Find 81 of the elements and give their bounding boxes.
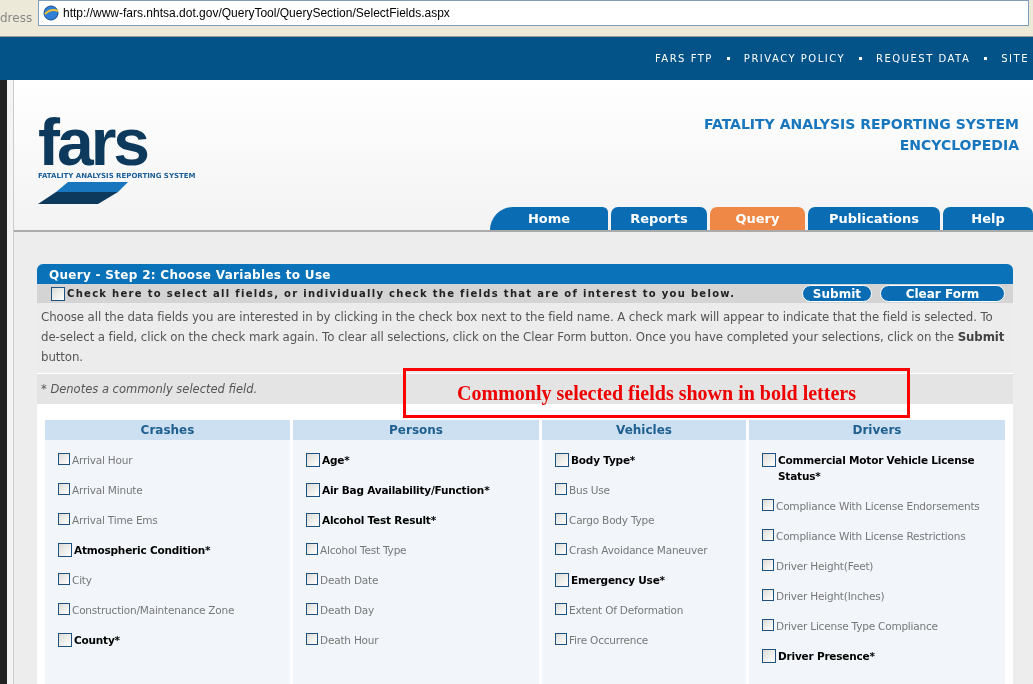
field-checkbox[interactable] <box>555 573 569 587</box>
field-checkbox[interactable] <box>555 453 569 467</box>
field-checkbox[interactable] <box>306 453 320 467</box>
site-title: ENCYCLOPEDIA <box>899 136 1019 155</box>
field-checkbox[interactable] <box>762 619 774 631</box>
field-label: Driver License Type Compliance <box>776 619 938 634</box>
field-label: Driver Height(Feet) <box>776 559 874 574</box>
logo-wordmark: fars <box>38 114 148 170</box>
field-label: Extent Of Deformation <box>569 603 684 618</box>
field-checkbox[interactable] <box>762 559 774 571</box>
field-label: Arrival Time Ems <box>72 513 158 528</box>
field-checkbox[interactable] <box>762 529 774 541</box>
field-label: Driver Presence* <box>778 649 875 664</box>
field-checkbox[interactable] <box>58 483 70 495</box>
field-checkbox[interactable] <box>762 589 774 601</box>
field-label: Bus Use <box>569 483 610 498</box>
nav-tab[interactable]: Reports <box>611 207 707 230</box>
select-all-checkbox[interactable] <box>51 286 65 301</box>
nav-tab[interactable]: Publications <box>808 207 940 230</box>
globe-icon <box>43 5 59 21</box>
annotation-callout: Commonly selected fields shown in bold letters <box>403 368 910 418</box>
field-checkbox[interactable] <box>58 603 70 615</box>
field-checkbox[interactable] <box>58 573 70 585</box>
field-checkbox[interactable] <box>58 513 70 525</box>
field-checkbox[interactable] <box>555 543 567 555</box>
field-label: City <box>72 573 92 588</box>
column-header: Crashes <box>45 420 290 440</box>
field-label: County* <box>74 633 120 648</box>
field-checkbox[interactable] <box>555 513 567 525</box>
field-label: Death Date <box>320 573 379 588</box>
field-checkbox[interactable] <box>306 483 320 497</box>
top-nav-link[interactable]: SITE <box>1001 53 1029 64</box>
field-checkbox[interactable] <box>306 573 318 585</box>
field-label: Body Type* <box>571 453 636 468</box>
field-checkbox[interactable] <box>762 499 774 511</box>
field-checkbox[interactable] <box>555 483 567 495</box>
submit-button[interactable]: Submit <box>801 285 872 302</box>
site-title: FATALITY ANALYSIS REPORTING SYSTEM <box>703 115 1019 134</box>
top-nav-link[interactable]: PRIVACY POLICY <box>743 53 846 64</box>
field-checkbox[interactable] <box>58 633 72 647</box>
field-checkbox[interactable] <box>306 513 320 527</box>
column-header: Persons <box>293 420 539 440</box>
field-label: Compliance With License Restrictions <box>776 529 966 544</box>
field-checkbox[interactable] <box>58 543 72 557</box>
clear-form-button[interactable]: Clear Form <box>880 285 1005 302</box>
field-label: Cargo Body Type <box>569 513 655 528</box>
nav-tab[interactable]: Home <box>490 207 608 230</box>
field-label: Death Hour <box>320 633 379 648</box>
panel-title: Query - Step 2: Choose Variables to Use <box>37 264 1013 284</box>
field-label: Alcohol Test Result* <box>322 513 436 528</box>
column-header: Vehicles <box>542 420 746 440</box>
select-all-label: Check here to select all fields, or individually check the fields that are of interest to you below. <box>67 288 737 299</box>
field-checkbox[interactable] <box>762 453 776 467</box>
top-nav-link[interactable]: REQUEST DATA <box>876 53 971 64</box>
field-label: Commercial Motor Vehicle License Status* <box>778 453 976 484</box>
field-checkbox[interactable] <box>306 603 318 615</box>
field-label: Alcohol Test Type <box>320 543 407 558</box>
field-checkbox[interactable] <box>58 453 70 465</box>
logo-swoosh-icon <box>38 182 128 204</box>
field-label: Compliance With License Endorsements <box>776 499 980 514</box>
field-label: Air Bag Availability/Function* <box>322 483 490 498</box>
field-label: Atmospheric Condition* <box>74 543 211 558</box>
column-header: Drivers <box>749 420 1005 440</box>
address-field[interactable]: http://www-fars.nhtsa.dot.gov/QueryTool/QuerySection/SelectFields.aspx <box>38 0 1029 26</box>
top-nav-link[interactable]: FARS FTP <box>655 53 713 64</box>
field-label: Arrival Hour <box>72 453 133 468</box>
field-label: Construction/Maintenance Zone <box>72 603 235 618</box>
field-checkbox[interactable] <box>555 633 567 645</box>
field-checkbox[interactable] <box>762 649 776 663</box>
address-label: dress <box>0 11 34 25</box>
field-label: Age* <box>322 453 350 468</box>
field-label: Death Day <box>320 603 375 618</box>
field-label: Emergency Use* <box>571 573 665 588</box>
field-checkbox[interactable] <box>306 633 318 645</box>
field-label: Arrival Minute <box>72 483 143 498</box>
field-checkbox[interactable] <box>306 543 318 555</box>
field-label: Fire Occurrence <box>569 633 649 648</box>
field-checkbox[interactable] <box>555 603 567 615</box>
field-label: Crash Avoidance Maneuver <box>569 543 708 558</box>
field-label: Driver Height(Inches) <box>776 589 885 604</box>
nav-tab[interactable]: Help <box>943 207 1033 230</box>
